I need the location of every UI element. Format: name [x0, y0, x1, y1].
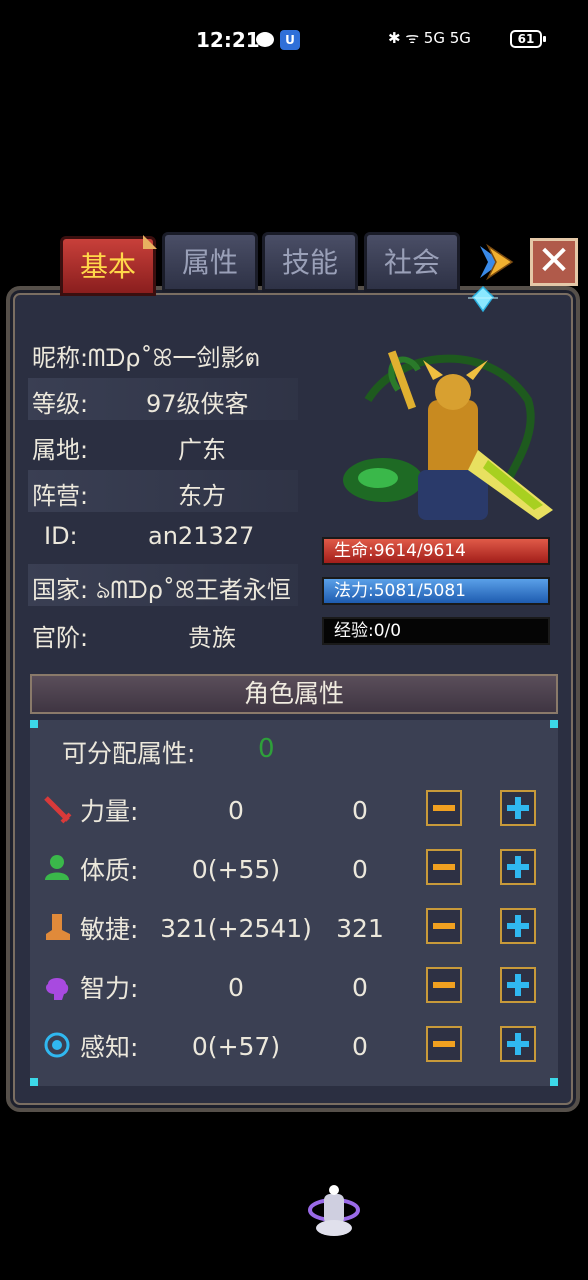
- attr-base-agility: 321: [336, 914, 384, 943]
- mp-bar: 法力:5081/5081: [322, 577, 550, 605]
- attr-base-perception: 0: [352, 1032, 368, 1061]
- signal-icons: ✱ ᯤ 5G 5G: [388, 29, 471, 47]
- country-label: 国家:: [32, 576, 89, 604]
- plus-agility-button[interactable]: [500, 908, 536, 944]
- attr-value-intelligence: 0: [228, 973, 244, 1002]
- tab-skills[interactable]: 技能: [262, 232, 358, 292]
- corner-ornament: [550, 1078, 558, 1086]
- attr-label-intelligence: 智力:: [80, 974, 139, 1003]
- tab-basic[interactable]: 基本: [60, 236, 156, 296]
- attr-value-perception: 0(+57): [191, 1032, 281, 1061]
- camp-value: 东方: [178, 482, 226, 510]
- character-sprite: [343, 350, 553, 520]
- battery-icon: 61: [510, 30, 546, 48]
- plus-constitution-button[interactable]: [500, 849, 536, 885]
- corner-ornament: [550, 720, 558, 728]
- minus-agility-button[interactable]: [426, 908, 462, 944]
- attr-label-agility: 敏捷:: [80, 915, 139, 944]
- minus-strength-button[interactable]: [426, 790, 462, 826]
- rank-label: 官阶:: [32, 624, 89, 652]
- attr-value-constitution: 0(+55): [191, 855, 281, 884]
- shield-icon: U: [280, 30, 300, 50]
- status-bar: 12:21 U ✱ ᯤ 5G 5G 61: [0, 0, 588, 80]
- plus-strength-button[interactable]: [500, 790, 536, 826]
- minus-constitution-button[interactable]: [426, 849, 462, 885]
- plus-intelligence-button[interactable]: [500, 967, 536, 1003]
- section-title: 角色属性: [30, 674, 558, 714]
- next-arrow-icon[interactable]: [476, 240, 516, 284]
- floating-portal-icon[interactable]: [306, 1180, 362, 1240]
- country-value: ঌᗰᗪρ˚ꕤ王者永恒: [96, 576, 291, 604]
- chat-bubble-icon: [256, 32, 274, 47]
- tab-attributes[interactable]: 属性: [162, 232, 258, 292]
- attr-label-perception: 感知:: [80, 1033, 139, 1062]
- sword-icon: [44, 796, 72, 824]
- id-value: an21327: [148, 522, 255, 550]
- brain-icon: [46, 978, 69, 1000]
- sparkle-gem-icon: [468, 285, 498, 313]
- region-label: 属地:: [32, 436, 89, 464]
- attr-value-strength: 0: [228, 796, 244, 825]
- boot-icon: [46, 914, 70, 940]
- minus-perception-button[interactable]: [426, 1026, 462, 1062]
- corner-ornament: [30, 1078, 38, 1086]
- attr-label-strength: 力量:: [80, 797, 139, 826]
- attr-base-constitution: 0: [352, 855, 368, 884]
- free-points-label: 可分配属性:: [62, 739, 196, 768]
- nickname-label: 昵称:: [32, 344, 89, 372]
- minus-intelligence-button[interactable]: [426, 967, 462, 1003]
- attr-base-strength: 0: [352, 796, 368, 825]
- level-label: 等级:: [32, 390, 89, 418]
- free-points-value: 0: [258, 734, 275, 764]
- person-icon: [45, 855, 69, 880]
- corner-ornament: [30, 720, 38, 728]
- tab-social[interactable]: 社会: [364, 232, 460, 292]
- region-value: 广东: [178, 436, 226, 464]
- eye-icon: [44, 1032, 70, 1058]
- attr-label-constitution: 体质:: [80, 856, 139, 885]
- id-label: ID:: [44, 522, 78, 550]
- level-value: 97级侠客: [146, 390, 249, 418]
- status-time: 12:21: [196, 28, 260, 52]
- rank-value: 贵族: [188, 624, 236, 652]
- hp-bar: 生命:9614/9614: [322, 537, 550, 565]
- close-button[interactable]: ✕: [530, 238, 578, 286]
- plus-perception-button[interactable]: [500, 1026, 536, 1062]
- camp-label: 阵营:: [32, 482, 89, 510]
- attr-value-agility: 321(+2541): [160, 914, 312, 943]
- xp-bar: 经验:0/0: [322, 617, 550, 645]
- attr-base-intelligence: 0: [352, 973, 368, 1002]
- nickname-value: ᗰᗪρ˚ꕤ一剑影ต: [88, 344, 261, 372]
